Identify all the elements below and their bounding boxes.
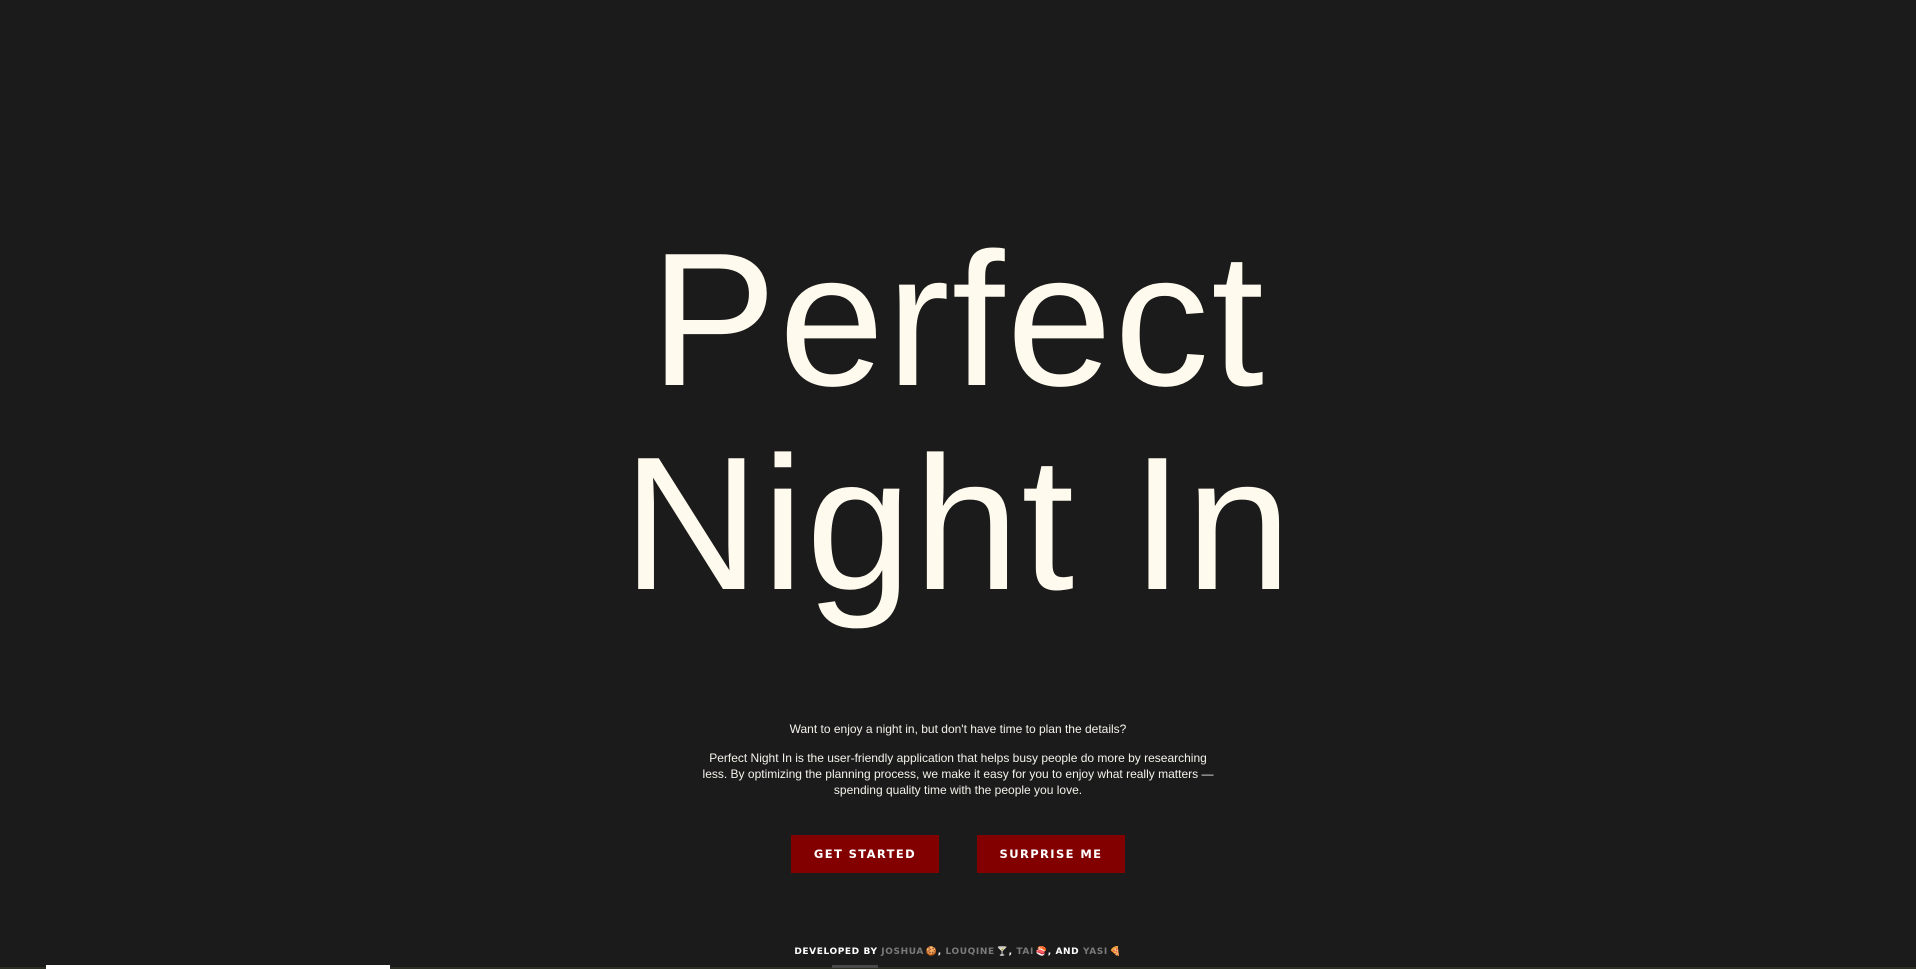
developer-link-joshua[interactable]: JOSHUA — [881, 947, 924, 957]
hero-title-line-1: Perfect — [650, 214, 1266, 426]
pizza-icon: 🍕 — [1109, 947, 1122, 957]
tagline: Want to enjoy a night in, but don't have… — [789, 722, 1127, 736]
developer-link-yasi[interactable]: YASI — [1083, 947, 1108, 957]
description: Perfect Night In is the user-friendly ap… — [702, 751, 1214, 797]
credits-and: , AND — [1047, 947, 1080, 957]
hero-title: Perfect Night In — [0, 218, 1916, 626]
bottom-handle — [832, 965, 878, 968]
cookie-icon: 🍪 — [925, 947, 938, 957]
credits-separator: , — [1008, 947, 1013, 957]
surprise-me-button[interactable]: SURPRISE ME — [977, 835, 1125, 873]
bottom-scroll-strip — [46, 965, 390, 969]
cocktail-icon: 🍸 — [996, 947, 1009, 957]
credits-separator: , — [937, 947, 942, 957]
action-buttons: GET STARTED SURPRISE ME — [0, 835, 1916, 873]
credits-prefix: DEVELOPED BY — [794, 947, 878, 957]
intro-section: Want to enjoy a night in, but don't have… — [0, 720, 1916, 798]
sushi-icon: 🍣 — [1035, 947, 1048, 957]
developer-link-tai[interactable]: TAI — [1016, 947, 1034, 957]
hero-title-line-2: Night In — [622, 418, 1294, 630]
developer-link-louqine[interactable]: LOUQINE — [946, 947, 995, 957]
landing-page: Perfect Night In Want to enjoy a night i… — [0, 0, 1916, 969]
get-started-button[interactable]: GET STARTED — [791, 835, 939, 873]
developer-credits: DEVELOPED BY JOSHUA 🍪, LOUQINE 🍸, TAI 🍣, AN… — [0, 947, 1916, 957]
